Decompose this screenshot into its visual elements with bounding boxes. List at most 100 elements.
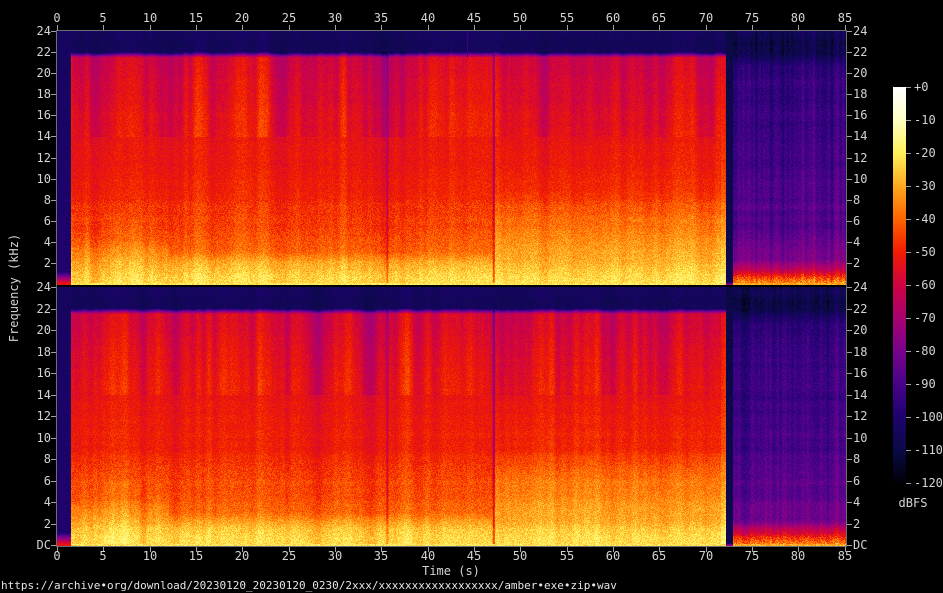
freq-tick (847, 158, 852, 159)
freq-tick (51, 52, 56, 53)
freq-tick-label: 22 (20, 303, 51, 316)
time-tick-label: 10 (133, 12, 167, 25)
time-tick-label: 5 (86, 12, 120, 25)
freq-tick (51, 309, 56, 310)
freq-tick-label: 4 (20, 496, 51, 509)
db-tick-label: -90 (914, 378, 943, 391)
freq-tick (847, 31, 852, 32)
freq-tick (51, 115, 56, 116)
freq-tick-label: 24 (20, 281, 51, 294)
freq-tick-label: 2 (853, 518, 884, 531)
freq-tick-label: 20 (853, 67, 884, 80)
time-tick-label: 15 (179, 12, 213, 25)
time-tick-label: 45 (457, 550, 491, 563)
freq-tick (847, 136, 852, 137)
freq-tick-label: 22 (20, 46, 51, 59)
db-tick-label: -110 (914, 444, 943, 457)
freq-tick-label: 10 (853, 432, 884, 445)
freq-tick-label: 12 (20, 152, 51, 165)
time-tick-label: 10 (133, 550, 167, 563)
freq-tick-label: 18 (853, 346, 884, 359)
freq-tick-label: 6 (853, 215, 884, 228)
freq-tick-label: 10 (20, 173, 51, 186)
freq-tick (51, 179, 56, 180)
db-tick-label: -50 (914, 246, 943, 259)
db-tick (906, 318, 911, 319)
freq-tick (51, 330, 56, 331)
time-tick-label: 25 (272, 550, 306, 563)
freq-tick-label: 2 (20, 257, 51, 270)
time-tick-label: 40 (411, 550, 445, 563)
db-tick (906, 87, 911, 88)
db-tick (906, 120, 911, 121)
axis-line-bottom (57, 546, 846, 547)
axis-line-right (846, 30, 847, 547)
time-tick (752, 25, 753, 30)
freq-tick (847, 309, 852, 310)
time-tick-label: 75 (735, 550, 769, 563)
colorbar-unit-label: dBFS (899, 496, 928, 510)
freq-tick (51, 416, 56, 417)
freq-tick (847, 287, 852, 288)
freq-tick-label: 8 (853, 453, 884, 466)
db-tick-label: -100 (914, 411, 943, 424)
freq-tick (51, 459, 56, 460)
db-tick-label: -20 (914, 147, 943, 160)
axis-line-left (56, 30, 57, 547)
time-tick-label: 80 (781, 550, 815, 563)
db-tick-label: -120 (914, 477, 943, 490)
time-tick-label: 80 (781, 12, 815, 25)
db-tick (906, 285, 911, 286)
freq-tick (51, 263, 56, 264)
time-axis-title: Time (s) (422, 564, 480, 578)
time-tick-label: 15 (179, 550, 213, 563)
freq-tick (847, 115, 852, 116)
db-tick (906, 450, 911, 451)
freq-tick (847, 52, 852, 53)
db-tick (906, 417, 911, 418)
db-tick (906, 186, 911, 187)
freq-tick-label: 18 (20, 88, 51, 101)
freq-tick-label: 8 (20, 194, 51, 207)
freq-tick (847, 524, 852, 525)
time-tick-label: 35 (364, 550, 398, 563)
freq-tick (847, 395, 852, 396)
time-tick (150, 25, 151, 30)
db-tick-label: +0 (914, 81, 943, 94)
time-tick-label: 70 (689, 550, 723, 563)
freq-tick (51, 94, 56, 95)
freq-tick-label: 16 (853, 367, 884, 380)
freq-tick (847, 438, 852, 439)
freq-tick (51, 545, 56, 546)
time-tick-label: 40 (411, 12, 445, 25)
db-tick (906, 153, 911, 154)
freq-tick-label: 12 (20, 410, 51, 423)
freq-tick-label: 6 (853, 475, 884, 488)
freq-tick (847, 263, 852, 264)
freq-tick (847, 94, 852, 95)
freq-tick-label: 24 (853, 25, 884, 38)
db-tick (906, 384, 911, 385)
time-tick (242, 25, 243, 30)
freq-tick (51, 481, 56, 482)
time-tick-label: 45 (457, 12, 491, 25)
time-tick-label: 60 (596, 12, 630, 25)
freq-tick-label: 18 (853, 88, 884, 101)
freq-tick-label: 14 (853, 130, 884, 143)
time-tick-label: 20 (225, 550, 259, 563)
freq-tick (847, 73, 852, 74)
time-tick (428, 25, 429, 30)
time-tick (103, 25, 104, 30)
freq-tick-label: 24 (20, 25, 51, 38)
freq-tick-label: 20 (20, 67, 51, 80)
freq-tick-label: 8 (20, 453, 51, 466)
time-tick (381, 25, 382, 30)
time-tick-label: 65 (642, 550, 676, 563)
freq-tick (847, 179, 852, 180)
freq-tick (847, 373, 852, 374)
db-tick-label: -60 (914, 279, 943, 292)
db-tick (906, 351, 911, 352)
time-tick (474, 25, 475, 30)
freq-tick (51, 221, 56, 222)
time-tick-label: 65 (642, 12, 676, 25)
